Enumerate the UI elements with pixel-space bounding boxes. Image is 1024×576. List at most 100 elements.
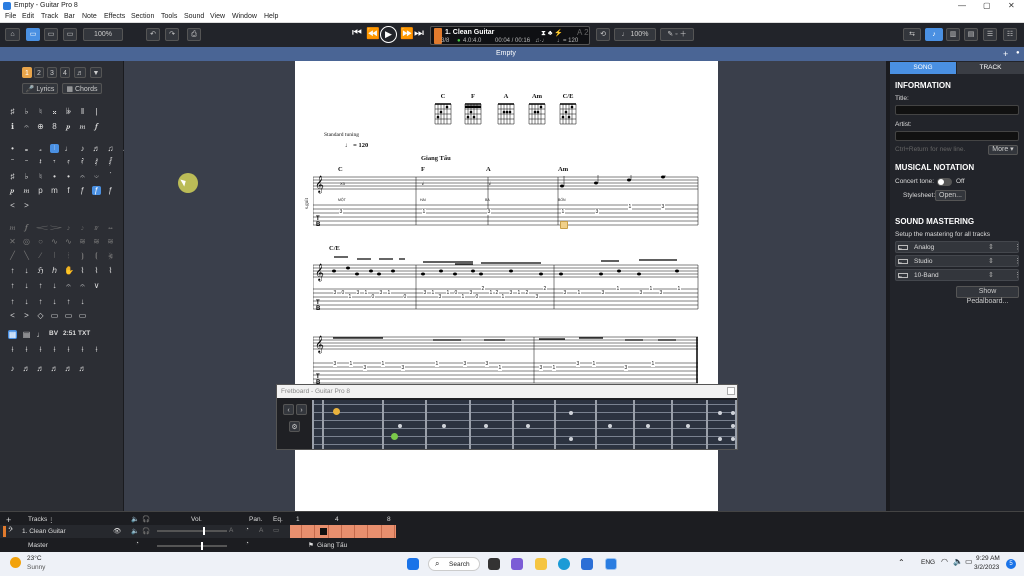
tab-fret-number[interactable]: 2 [525,290,529,296]
palette-symbol-icon[interactable]: ƒ [92,186,101,195]
edit-cursor[interactable] [560,221,568,229]
task-view-icon[interactable] [488,558,500,570]
tab-fret-number[interactable]: 2 [481,286,485,292]
palette-symbol-icon[interactable]: ⦘ [78,251,87,260]
artist-field[interactable] [895,131,1019,141]
palette-symbol-icon[interactable]: 𝄾 [50,157,59,166]
palette-symbol-icon[interactable]: • [8,144,17,153]
piano-icon[interactable]: ▥ [946,28,960,41]
tray-overflow-icon[interactable]: ⌃ [898,558,905,567]
tab-menu-icon[interactable]: ● [1016,50,1020,56]
palette-symbol-icon[interactable]: 𝄽 [36,157,45,166]
tab-fret-number[interactable]: 1 [677,286,681,292]
forward-icon[interactable]: ⏩ [400,27,414,40]
palette-symbol-icon[interactable]: 𝄻 [8,157,17,166]
tab-fret-number[interactable]: 0 [341,290,345,296]
palette-symbol-icon[interactable]: ≋ [106,237,115,246]
clock-time[interactable]: 9:29 AM [976,555,1000,562]
master-pan-knob-icon[interactable]: ◔ [245,540,249,547]
palette-symbol-icon[interactable]: • [50,172,59,181]
drums-icon[interactable]: ▤ [964,28,978,41]
palette-symbol-icon[interactable]: ♬ [22,364,31,373]
tab-track[interactable]: TRACK [957,62,1024,74]
palette-symbol-icon[interactable]: ↓ [50,297,59,306]
current-track[interactable]: 1. Clean Guitar [445,29,494,36]
tuplet-label[interactable]: 2:51 [63,330,76,337]
palette-symbol-icon[interactable]: ╱ [8,251,17,260]
palette-symbol-icon[interactable]: 𝆖 [92,223,101,232]
minimize-icon[interactable]: — [958,1,966,10]
tab-fret-number[interactable]: 1 [651,361,655,367]
palette-symbol-icon[interactable]: ♬ [64,364,73,373]
palette-collapse-icon[interactable]: ▼ [90,67,102,78]
palette-symbol-icon[interactable]: 𝅁 [92,157,101,166]
menu-note[interactable]: Note [82,13,97,20]
palette-symbol-icon[interactable]: ✕ [8,237,17,246]
palette-symbol-icon[interactable]: 𝄼 [22,157,31,166]
home-icon[interactable]: ⌂ [5,28,20,41]
menu-tools[interactable]: Tools [161,13,177,20]
palette-symbol-icon[interactable]: ↑ [8,266,17,275]
multi-view-icon[interactable]: ▭ [63,28,77,41]
menu-window[interactable]: Window [232,13,257,20]
section-marker[interactable]: Giang Tấu [421,155,451,162]
timeline-bar-cell[interactable] [370,525,382,538]
chords-button[interactable]: ▦ Chords [62,83,102,94]
palette-symbol-icon[interactable]: ♮ [36,107,45,116]
tab-fret-number[interactable]: 0 [454,290,458,296]
palette-symbol-icon[interactable]: ∕ [36,251,45,260]
tab-fret-number[interactable]: 1 [435,361,439,367]
preset-select-icon[interactable]: ⇕ [988,271,994,279]
undo-icon[interactable]: ↶ [146,28,160,41]
tab-fret-number[interactable]: 1 [501,294,505,300]
palette-symbol-icon[interactable]: 𝆕 [78,223,87,232]
mastering-slot-2[interactable]: ▪▪ Studio ⇕ ⋮ [895,255,1021,267]
concert-tone-toggle[interactable] [937,178,952,186]
settings-icon[interactable]: ☷ [1003,28,1017,41]
palette-symbol-icon[interactable]: ↓ [22,266,31,275]
tab-fret-number[interactable]: 1 [561,209,565,215]
tab-fret-number[interactable]: 0 [403,294,407,300]
headphone-icon[interactable]: 🎧 [142,515,150,523]
store-icon[interactable] [581,558,593,570]
tab-fret-number[interactable]: 3 [563,290,567,296]
palette-symbol-icon[interactable]: ⟊ [36,345,45,354]
chat-icon[interactable] [511,558,523,570]
search-box[interactable]: ⌕ Search [428,557,480,571]
weather-desc[interactable]: Sunny [27,564,45,571]
palette-symbol-icon[interactable]: | [92,107,101,116]
tab-fret-number[interactable]: 1 [364,290,368,296]
timeline-bar-cell[interactable] [383,525,395,538]
palette-symbol-icon[interactable]: 𝄐 [22,122,31,131]
master-volume-slider[interactable] [157,542,227,550]
tab-fret-number[interactable]: 0 [475,294,479,300]
preset-select-icon[interactable]: ⇕ [988,243,994,251]
palette-symbol-icon[interactable]: 𝅂 [106,157,115,166]
palette-symbol-icon[interactable]: ♯ [8,172,17,181]
tab-fret-number[interactable]: 3 [463,361,467,367]
palette-symbol-icon[interactable]: < [8,201,17,210]
list-view-toggle-icon[interactable]: ▤ [22,330,31,339]
tab-fret-number[interactable]: 3 [423,290,427,296]
menu-file[interactable]: File [5,13,16,20]
show-pedalboard-button[interactable]: Show Pedalboard... [956,286,1019,305]
palette-symbol-icon[interactable]: ∨ [92,281,101,290]
voice-4-button[interactable]: 4 [60,67,70,78]
note-toggle-icon[interactable]: ♩ [36,330,45,339]
add-tab-icon[interactable]: + [1003,49,1008,59]
fret-settings-icon[interactable]: ⚙ [289,421,300,432]
palette-symbol-icon[interactable]: 𝄐 [64,281,73,290]
palette-symbol-icon[interactable]: 𝆐 [78,122,87,131]
palette-symbol-icon[interactable]: ℌ [36,266,45,275]
fret-note-current[interactable] [391,433,398,440]
palette-symbol-icon[interactable]: ♬ [50,364,59,373]
fretboard-neck[interactable] [312,400,737,449]
menu-edit[interactable]: Edit [22,13,34,20]
palette-symbol-icon[interactable]: ℎ [50,266,59,275]
preset-menu-icon[interactable]: ⋮ [1014,243,1021,251]
menu-section[interactable]: Section [131,13,154,20]
palette-symbol-icon[interactable]: < [8,311,17,320]
tab-fret-number[interactable]: 1 [348,294,352,300]
track-row-1[interactable]: 𝄢 1. Clean Guitar 👁 🔈 🎧 A ◔ A ▭ [0,525,290,538]
file-explorer-icon[interactable] [535,558,547,570]
